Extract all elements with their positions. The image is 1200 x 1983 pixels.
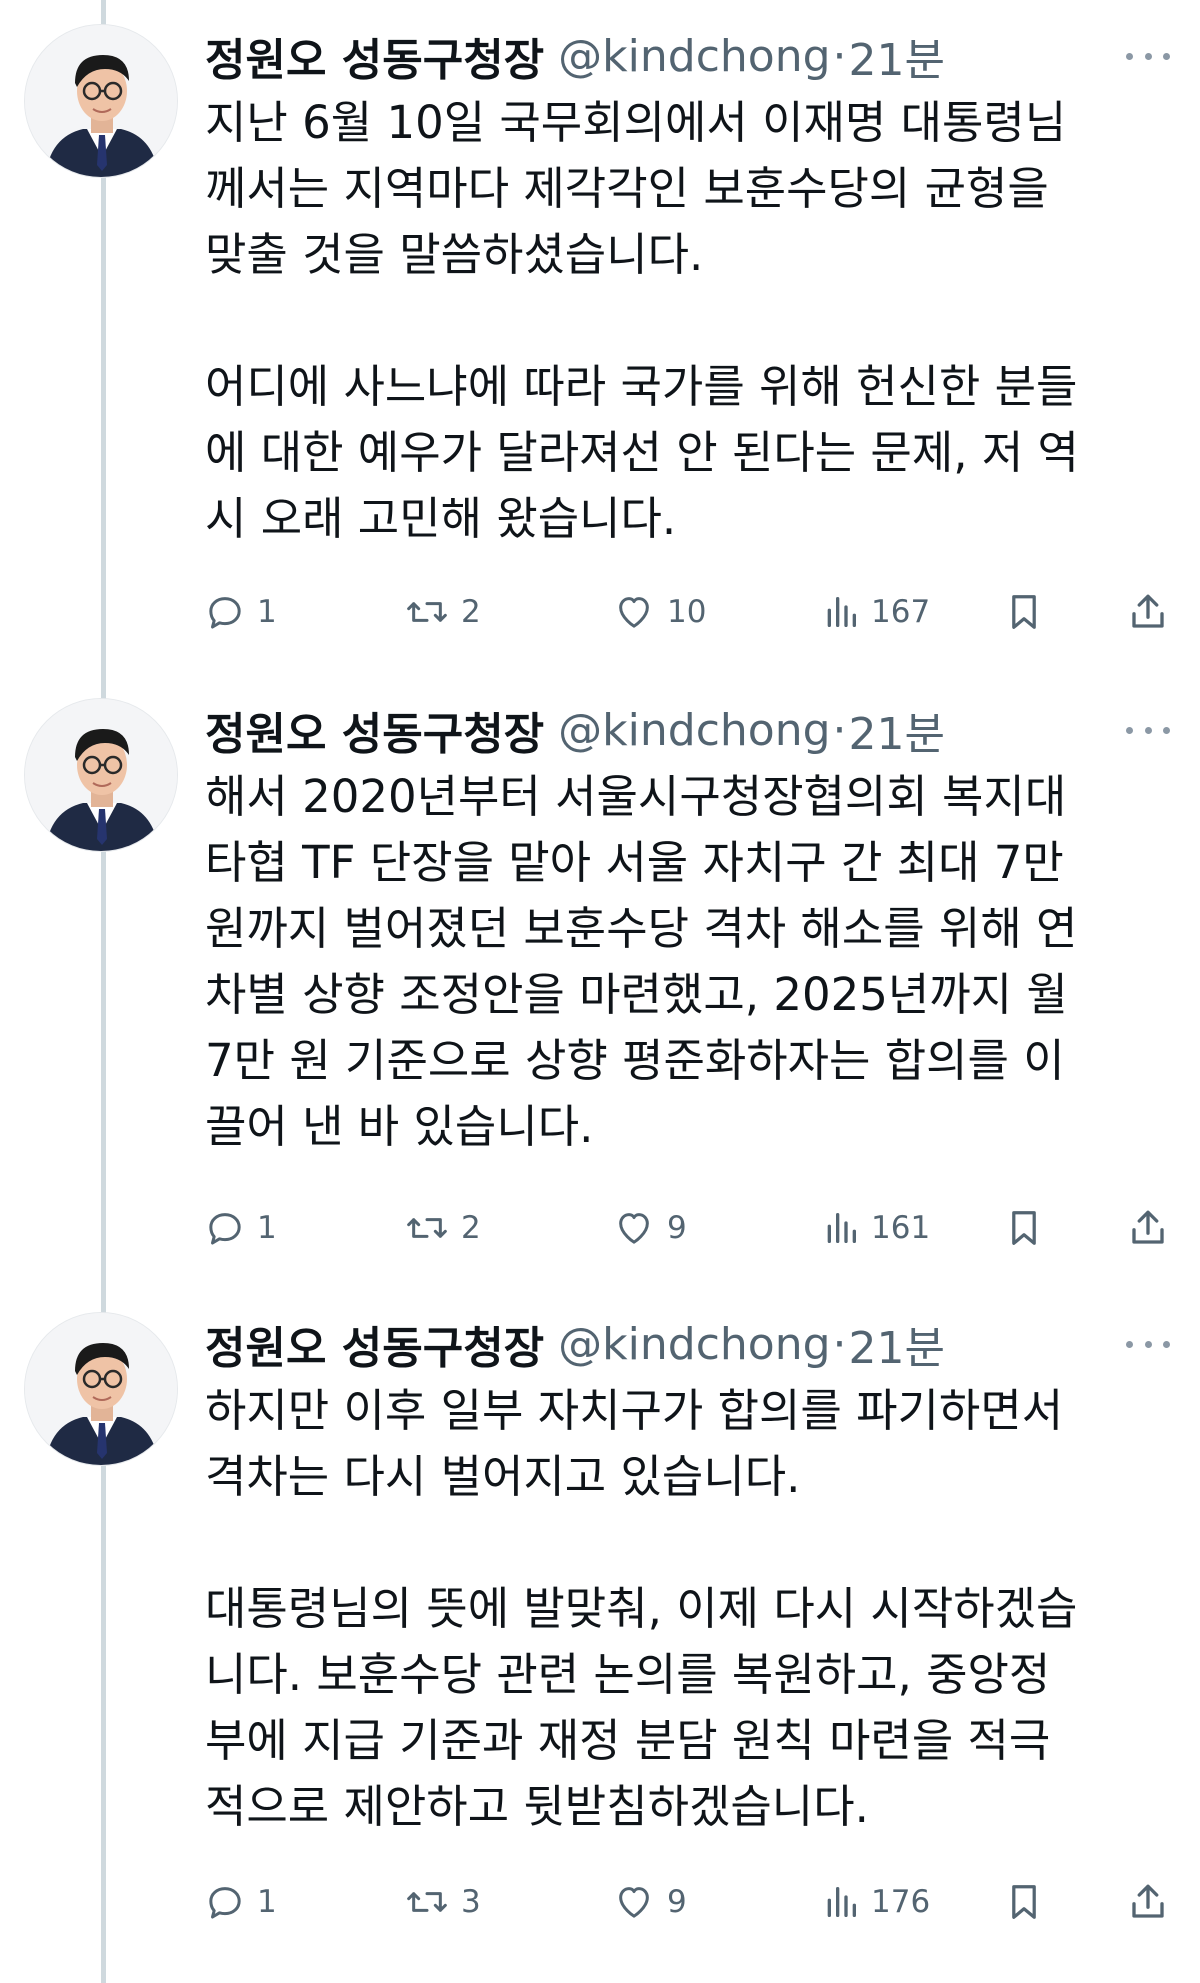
author-handle[interactable]: @kindchong bbox=[558, 31, 830, 82]
tweet-text: 지난 6월 10일 국무회의에서 이재명 대통령님 께서는 지역마다 제각각인 … bbox=[205, 90, 1165, 552]
heart-icon bbox=[619, 1213, 649, 1244]
views-count: 176 bbox=[871, 1884, 931, 1920]
retweet-icon bbox=[407, 602, 447, 622]
share-icon bbox=[1132, 594, 1164, 628]
profile-photo bbox=[25, 25, 177, 177]
tweet-text-line: 타협 TF 단장을 맡아 서울 자치구 간 최대 7만 bbox=[205, 836, 1064, 889]
views-button[interactable]: 176 bbox=[823, 1872, 930, 1932]
tweet-text-line: 시 오래 고민해 왔습니다. bbox=[205, 492, 677, 545]
tweet-header: 정원오 성동구청장 @kindchong · 21분 bbox=[205, 698, 945, 762]
views-button[interactable]: 161 bbox=[823, 1198, 930, 1258]
tweet-text: 해서 2020년부터 서울시구청장협의회 복지대 타협 TF 단장을 맡아 서울… bbox=[205, 764, 1165, 1160]
retweet-button[interactable]: 2 bbox=[405, 582, 481, 642]
tweet-text-line: 차별 상향 조정안을 마련했고, 2025년까지 월 bbox=[205, 968, 1068, 1021]
bookmark-button[interactable] bbox=[1007, 1198, 1041, 1258]
retweet-icon bbox=[407, 1892, 447, 1912]
share-icon bbox=[1132, 1884, 1164, 1918]
reply-count: 1 bbox=[257, 1210, 277, 1246]
tweet-text-line: 해서 2020년부터 서울시구청장협의회 복지대 bbox=[205, 770, 1067, 823]
bookmark-icon bbox=[1012, 595, 1036, 629]
views-button[interactable]: 167 bbox=[823, 582, 930, 642]
reply-icon bbox=[209, 1213, 241, 1245]
tweet-header: 정원오 성동구청장 @kindchong · 21분 bbox=[205, 1312, 945, 1376]
retweet-button[interactable]: 3 bbox=[405, 1872, 481, 1932]
action-bar: 1 2 9 161 bbox=[205, 1198, 1185, 1258]
separator: · bbox=[832, 1318, 847, 1370]
tweet-text-line: 격차는 다시 벌어지고 있습니다. bbox=[205, 1450, 801, 1503]
tweet-text-line: 7만 원 기준으로 상향 평준화하자는 합의를 이 bbox=[205, 1034, 1065, 1087]
profile-photo bbox=[25, 699, 177, 851]
retweet-count: 2 bbox=[461, 594, 481, 630]
separator: · bbox=[832, 30, 847, 82]
tweet-header: 정원오 성동구청장 @kindchong · 21분 bbox=[205, 24, 945, 88]
reply-button[interactable]: 1 bbox=[205, 1198, 277, 1258]
reply-count: 1 bbox=[257, 1884, 277, 1920]
like-count: 9 bbox=[667, 1210, 687, 1246]
reply-icon bbox=[209, 597, 241, 629]
timestamp[interactable]: 21분 bbox=[849, 698, 945, 762]
avatar[interactable] bbox=[24, 24, 178, 178]
retweet-icon bbox=[407, 1218, 447, 1238]
views-count: 167 bbox=[871, 594, 931, 630]
reply-count: 1 bbox=[257, 594, 277, 630]
tweet-text-line: 원까지 벌어졌던 보훈수당 격차 해소를 위해 연 bbox=[205, 902, 1078, 955]
reply-icon bbox=[209, 1887, 241, 1919]
author-handle[interactable]: @kindchong bbox=[558, 705, 830, 756]
author-name[interactable]: 정원오 성동구청장 bbox=[205, 1312, 544, 1376]
tweet-text-line: 니다. 보훈수당 관련 논의를 복원하고, 중앙정 bbox=[205, 1648, 1051, 1701]
author-name[interactable]: 정원오 성동구청장 bbox=[205, 24, 544, 88]
bookmark-icon bbox=[1012, 1885, 1036, 1919]
reply-button[interactable]: 1 bbox=[205, 1872, 277, 1932]
tweet-text: 하지만 이후 일부 자치구가 합의를 파기하면서 격차는 다시 벌어지고 있습니… bbox=[205, 1378, 1165, 1840]
share-button[interactable] bbox=[1127, 1872, 1169, 1932]
reply-button[interactable]: 1 bbox=[205, 582, 277, 642]
tweet-text-line: 께서는 지역마다 제각각인 보훈수당의 균형을 bbox=[205, 162, 1049, 215]
more-dots-icon[interactable] bbox=[1126, 712, 1170, 748]
more-dots-icon[interactable] bbox=[1126, 38, 1170, 74]
tweet-text-line: 지난 6월 10일 국무회의에서 이재명 대통령님 bbox=[205, 96, 1067, 149]
bookmark-icon bbox=[1012, 1211, 1036, 1245]
separator: · bbox=[832, 704, 847, 756]
action-bar: 1 3 9 176 bbox=[205, 1872, 1185, 1932]
more-dots-icon[interactable] bbox=[1126, 1326, 1170, 1362]
heart-icon bbox=[619, 1887, 649, 1918]
tweet-text-line: 하지만 이후 일부 자치구가 합의를 파기하면서 bbox=[205, 1384, 1064, 1437]
tweet-text-line: 적으로 제안하고 뒷받침하겠습니다. bbox=[205, 1780, 869, 1833]
tweet-text-line: 에 대한 예우가 달라져선 안 된다는 문제, 저 역 bbox=[205, 426, 1079, 479]
views-chart-icon bbox=[827, 1887, 856, 1917]
heart-icon bbox=[619, 597, 649, 628]
views-count: 161 bbox=[871, 1210, 931, 1246]
tweet-text-line: 부에 지급 기준과 재정 분담 원칙 마련을 적극 bbox=[205, 1714, 1051, 1767]
like-button[interactable]: 9 bbox=[613, 1872, 687, 1932]
thread-connector-line bbox=[101, 0, 106, 1983]
retweet-count: 2 bbox=[461, 1210, 481, 1246]
tweet-text-line: 대통령님의 뜻에 발맞춰, 이제 다시 시작하겠습 bbox=[205, 1582, 1078, 1635]
like-button[interactable]: 9 bbox=[613, 1198, 687, 1258]
retweet-count: 3 bbox=[461, 1884, 481, 1920]
timestamp[interactable]: 21분 bbox=[849, 24, 945, 88]
views-chart-icon bbox=[827, 1213, 856, 1243]
tweet-text-line: 맞출 것을 말씀하셨습니다. bbox=[205, 228, 704, 281]
avatar[interactable] bbox=[24, 698, 178, 852]
share-icon bbox=[1132, 1210, 1164, 1244]
tweet-text-line: 끌어 낸 바 있습니다. bbox=[205, 1100, 594, 1153]
avatar[interactable] bbox=[24, 1312, 178, 1466]
timestamp[interactable]: 21분 bbox=[849, 1312, 945, 1376]
action-bar: 1 2 10 167 bbox=[205, 582, 1185, 642]
share-button[interactable] bbox=[1127, 582, 1169, 642]
profile-photo bbox=[25, 1313, 177, 1465]
like-count: 9 bbox=[667, 1884, 687, 1920]
bookmark-button[interactable] bbox=[1007, 1872, 1041, 1932]
like-count: 10 bbox=[667, 594, 707, 630]
retweet-button[interactable]: 2 bbox=[405, 1198, 481, 1258]
author-name[interactable]: 정원오 성동구청장 bbox=[205, 698, 544, 762]
share-button[interactable] bbox=[1127, 1198, 1169, 1258]
views-chart-icon bbox=[827, 597, 856, 627]
author-handle[interactable]: @kindchong bbox=[558, 1319, 830, 1370]
bookmark-button[interactable] bbox=[1007, 582, 1041, 642]
like-button[interactable]: 10 bbox=[613, 582, 706, 642]
tweet-text-line: 어디에 사느냐에 따라 국가를 위해 헌신한 분들 bbox=[205, 360, 1078, 413]
